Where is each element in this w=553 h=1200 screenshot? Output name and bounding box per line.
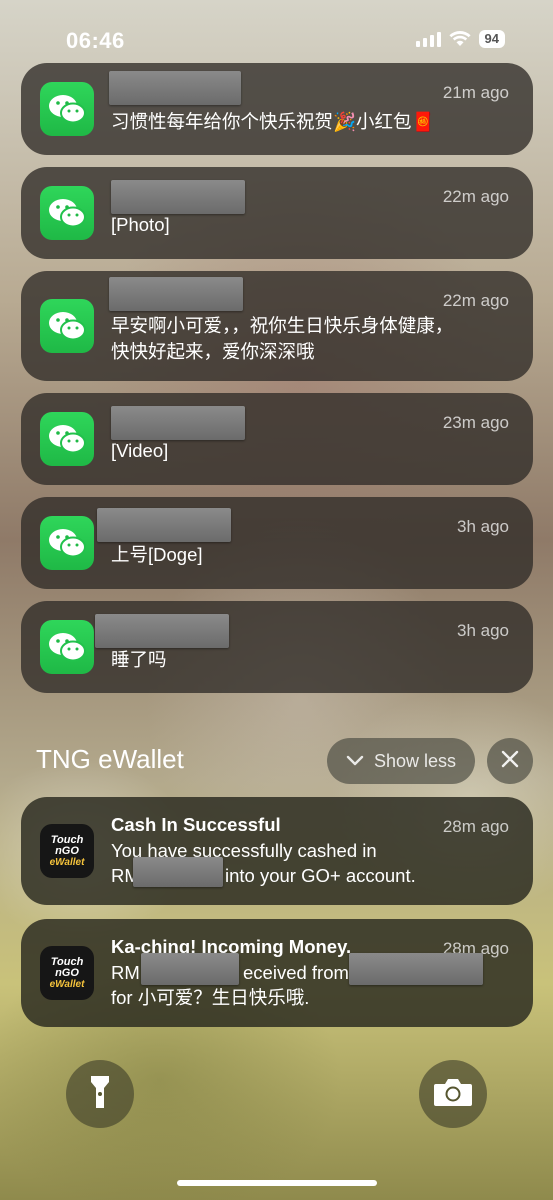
notification-message-line-1-prefix: RM	[111, 962, 140, 983]
notification-message: [Photo]	[111, 214, 170, 235]
wechat-icon	[40, 299, 94, 353]
notification-group-title: TNG eWallet	[36, 744, 184, 774]
status-bar: 06:46 94	[0, 0, 553, 60]
tng-icon-text-touch: Touch	[50, 955, 84, 968]
cellular-signal-icon	[415, 31, 441, 47]
notification-time: 22m ago	[442, 187, 509, 206]
flashlight-button[interactable]	[66, 1060, 134, 1128]
notification-message: [Video]	[111, 440, 169, 461]
wechat-notification[interactable]: 22m ago [Photo]	[21, 167, 533, 259]
notification-message-line-1-mid: eceived from	[243, 962, 349, 983]
show-less-button[interactable]: Show less	[327, 738, 475, 784]
notification-time: 21m ago	[442, 83, 509, 102]
notification-time: 28m ago	[442, 817, 509, 836]
notification-message: 睡了吗	[111, 649, 167, 670]
redacted-sender	[97, 508, 231, 542]
notification-time: 3h ago	[457, 517, 509, 536]
redacted-sender	[95, 614, 229, 648]
tng-ewallet-icon: Touch nGO eWallet	[40, 824, 94, 878]
tng-icon-text-touch: Touch	[50, 833, 84, 846]
camera-button[interactable]	[419, 1060, 487, 1128]
redacted-sender	[111, 180, 245, 214]
notification-message-line-2: 快快好起来，爱你深深哦	[111, 341, 315, 362]
camera-icon	[433, 1077, 473, 1112]
tng-ewallet-icon: Touch nGO eWallet	[40, 946, 94, 1000]
home-indicator[interactable]	[177, 1180, 377, 1186]
notification-message-line-1: 早安啊小可爱，，祝你生日快乐身体健康，	[111, 315, 454, 336]
status-icons: 94	[415, 30, 505, 48]
wechat-notification[interactable]: 3h ago 上号[Doge]	[21, 497, 533, 589]
wechat-icon	[40, 620, 94, 674]
close-icon	[501, 750, 519, 773]
tng-icon-text-ewallet: eWallet	[49, 978, 85, 990]
notification-time: 3h ago	[457, 621, 509, 640]
clock: 06:46	[66, 28, 125, 53]
tng-notification[interactable]: Touch nGO eWallet Ka-ching! Incoming Mon…	[21, 919, 533, 1027]
notification-message-line-2: for 小可爱？生日快乐哦.	[111, 987, 310, 1008]
chevron-down-icon	[346, 751, 364, 772]
wechat-notification[interactable]: 23m ago [Video]	[21, 393, 533, 485]
redacted-amount	[141, 953, 239, 985]
notification-message-line-2-suffix: into your GO+ account.	[225, 865, 416, 886]
flashlight-icon	[89, 1074, 111, 1115]
notification-time: 22m ago	[442, 291, 509, 310]
wechat-icon	[40, 412, 94, 466]
tng-icon-text-ngo: nGO	[55, 844, 79, 857]
wechat-notification[interactable]: 21m ago 习惯性每年给你个快乐祝贺🎉小红包🧧	[21, 63, 533, 155]
wechat-notification[interactable]: 3h ago 睡了吗	[21, 601, 533, 693]
tng-notification[interactable]: Touch nGO eWallet Cash In Successful 28m…	[21, 797, 533, 905]
notification-message: 习惯性每年给你个快乐祝贺🎉小红包🧧	[111, 111, 435, 132]
battery-indicator: 94	[478, 30, 505, 48]
notification-time: 23m ago	[442, 413, 509, 432]
redacted-sender	[349, 953, 483, 985]
wechat-icon	[40, 186, 94, 240]
wechat-icon	[40, 516, 94, 570]
redacted-amount	[133, 857, 223, 887]
wechat-notification[interactable]: 22m ago 早安啊小可爱，，祝你生日快乐身体健康， 快快好起来，爱你深深哦	[21, 271, 533, 381]
clear-group-button[interactable]	[487, 738, 533, 784]
wechat-icon	[40, 82, 94, 136]
redacted-sender	[111, 406, 245, 440]
show-less-label: Show less	[373, 750, 457, 771]
wifi-icon	[448, 31, 471, 47]
tng-icon-text-ngo: nGO	[55, 966, 79, 979]
redacted-sender	[109, 71, 241, 105]
notification-title: Cash In Successful	[111, 814, 281, 835]
tng-icon-text-ewallet: eWallet	[49, 856, 85, 868]
notification-message: 上号[Doge]	[111, 544, 203, 565]
redacted-sender	[109, 277, 243, 311]
